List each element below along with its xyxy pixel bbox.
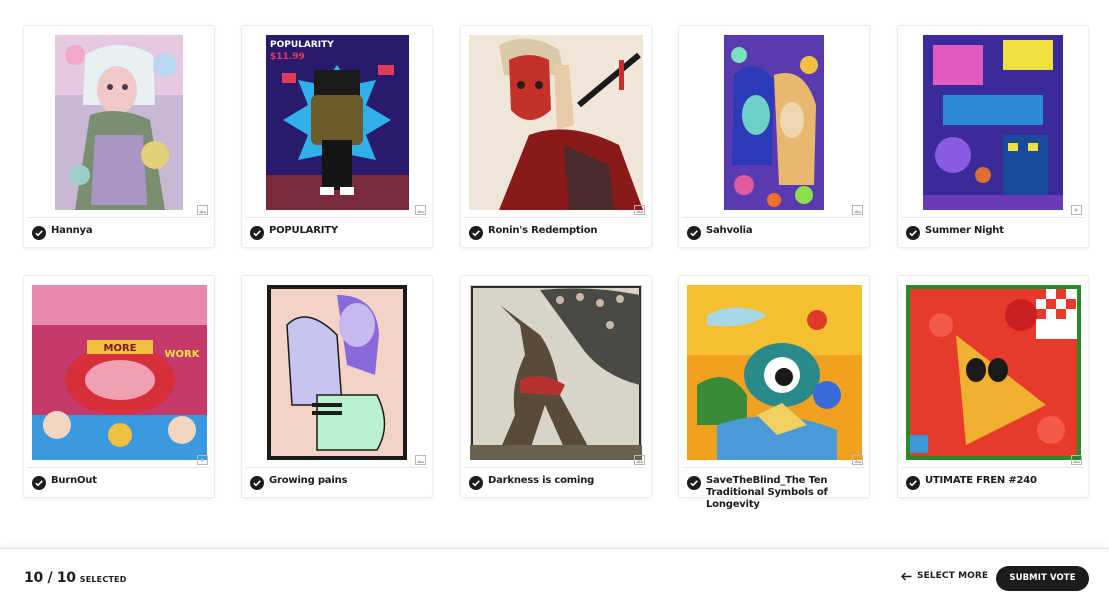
image-icon <box>197 205 208 215</box>
artwork-thumbnail[interactable]: MORE WORK <box>24 276 214 468</box>
image-icon <box>852 455 863 465</box>
artwork-sign-text: WORK <box>164 349 200 360</box>
artwork-card[interactable]: SaveTheBlind_The Ten Traditional Symbols… <box>679 276 869 510</box>
artwork-card[interactable]: Growing pains <box>242 276 432 497</box>
image-icon <box>1071 455 1082 465</box>
card-divider <box>683 217 865 218</box>
check-icon[interactable] <box>32 476 46 490</box>
artwork-card[interactable]: Ronin's Redemption <box>461 26 651 247</box>
artwork-title: UTIMATE FREN #240 <box>925 475 1037 486</box>
artwork-title: Growing pains <box>269 475 348 486</box>
video-icon <box>1071 205 1082 215</box>
artwork-card[interactable]: POPULARITY $11.99 POPULARITY <box>242 26 432 247</box>
check-icon[interactable] <box>469 476 483 490</box>
select-more-link[interactable]: SELECT MORE <box>901 571 988 581</box>
artwork-title: BurnOut <box>51 475 97 486</box>
check-icon[interactable] <box>906 476 920 490</box>
card-divider <box>683 467 865 468</box>
artwork-title: SaveTheBlind_The Ten Traditional Symbols… <box>706 475 828 510</box>
artwork-title: Summer Night <box>925 225 1004 236</box>
video-icon <box>197 455 208 465</box>
submit-vote-button[interactable]: SUBMIT VOTE <box>996 566 1089 591</box>
selection-footer: 10 / 10 SELECTED SELECT MORE SUBMIT VOTE <box>0 548 1109 606</box>
artwork-card[interactable]: Darkness is coming <box>461 276 651 497</box>
artwork-heading-text: POPULARITY <box>270 40 334 50</box>
artwork-card[interactable]: Sahvolia <box>679 26 869 247</box>
image-icon <box>852 205 863 215</box>
artwork-title: Hannya <box>51 225 93 236</box>
artwork-thumbnail[interactable] <box>461 276 651 468</box>
card-divider <box>246 467 428 468</box>
card-divider <box>902 217 1084 218</box>
selection-count-label: SELECTED <box>79 575 127 584</box>
card-divider <box>246 217 428 218</box>
card-divider <box>465 467 647 468</box>
arrow-left-icon <box>901 572 912 580</box>
artwork-thumbnail[interactable] <box>242 276 432 468</box>
check-icon[interactable] <box>250 226 264 240</box>
artwork-sign-text: MORE <box>103 343 136 354</box>
card-divider <box>28 467 210 468</box>
check-icon[interactable] <box>906 226 920 240</box>
check-icon[interactable] <box>250 476 264 490</box>
artwork-thumbnail[interactable] <box>679 276 869 468</box>
artwork-title: POPULARITY <box>269 225 338 236</box>
card-divider <box>465 217 647 218</box>
select-more-label: SELECT MORE <box>917 571 989 581</box>
artwork-thumbnail[interactable] <box>461 26 651 218</box>
check-icon[interactable] <box>469 226 483 240</box>
artwork-thumbnail[interactable] <box>898 276 1088 468</box>
selection-count-value: 10 / 10 <box>24 570 76 586</box>
check-icon[interactable] <box>687 476 701 490</box>
image-icon <box>415 455 426 465</box>
artwork-grid: Hannya POPULARITY $11.99 POPULARITY Roni… <box>0 0 1109 548</box>
artwork-card[interactable]: Summer Night <box>898 26 1088 247</box>
artwork-card[interactable]: Hannya <box>24 26 214 247</box>
artwork-title: Darkness is coming <box>488 475 595 486</box>
artwork-title: Ronin's Redemption <box>488 225 598 236</box>
image-icon <box>634 455 645 465</box>
card-divider <box>902 467 1084 468</box>
card-divider <box>28 217 210 218</box>
artwork-price-text: $11.99 <box>270 52 305 62</box>
artwork-thumbnail[interactable]: POPULARITY $11.99 <box>242 26 432 218</box>
artwork-card[interactable]: MORE WORK BurnOut <box>24 276 214 497</box>
artwork-thumbnail[interactable] <box>898 26 1088 218</box>
selection-count: 10 / 10 SELECTED <box>24 570 127 586</box>
artwork-thumbnail[interactable] <box>679 26 869 218</box>
check-icon[interactable] <box>32 226 46 240</box>
image-icon <box>634 205 645 215</box>
artwork-title: Sahvolia <box>706 225 753 236</box>
artwork-card[interactable]: UTIMATE FREN #240 <box>898 276 1088 497</box>
check-icon[interactable] <box>687 226 701 240</box>
artwork-thumbnail[interactable] <box>24 26 214 218</box>
image-icon <box>415 205 426 215</box>
